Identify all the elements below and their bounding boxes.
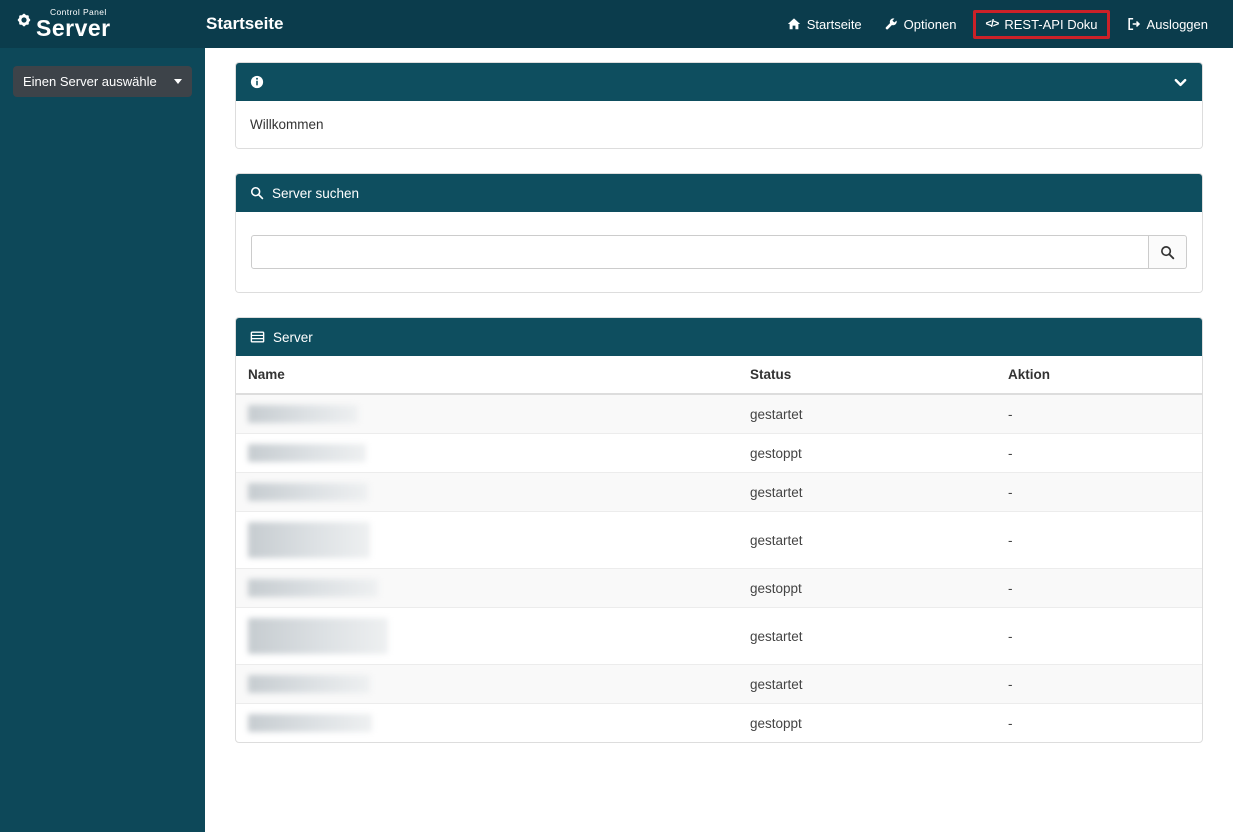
server-status: gestoppt — [738, 434, 996, 473]
server-status: gestartet — [738, 473, 996, 512]
nav-item-label: REST-API Doku — [1004, 18, 1097, 31]
server-aktion: - — [996, 608, 1202, 665]
nav-item-label: Optionen — [904, 18, 957, 31]
top-navbar: Control Panel Server Startseite Startsei… — [0, 0, 1233, 48]
search-input[interactable] — [251, 235, 1149, 269]
table-row: gestartet- — [236, 473, 1202, 512]
column-header-aktion: Aktion — [996, 356, 1202, 394]
logout-icon — [1127, 17, 1141, 31]
search-panel-body — [236, 212, 1202, 292]
server-aktion: - — [996, 569, 1202, 608]
server-status: gestoppt — [738, 704, 996, 743]
nav-item-label: Startseite — [807, 18, 862, 31]
search-panel: Server suchen — [235, 173, 1203, 293]
column-header-name: Name — [236, 356, 738, 394]
navbar-links: Startseite Optionen </> REST-API Doku — [776, 10, 1233, 39]
server-name-redacted — [248, 444, 366, 462]
server-panel: Server Name Status Aktion gestartet-gest… — [235, 317, 1203, 743]
app-window: Control Panel Server Startseite Startsei… — [0, 0, 1233, 832]
search-panel-title: Server suchen — [272, 186, 359, 201]
table-header-row: Name Status Aktion — [236, 356, 1202, 394]
chevron-down-icon[interactable] — [1173, 75, 1188, 90]
brand-logo[interactable]: Control Panel Server — [0, 0, 205, 48]
table-row: gestoppt- — [236, 704, 1202, 743]
caret-down-icon — [174, 79, 182, 84]
server-name-redacted — [248, 522, 370, 558]
info-icon — [250, 75, 264, 89]
server-aktion: - — [996, 665, 1202, 704]
main-content: Willkommen Server suchen — [205, 48, 1233, 832]
sidebar: Einen Server auswähle — [0, 48, 205, 832]
server-panel-title: Server — [273, 330, 313, 345]
server-name-redacted — [248, 405, 358, 423]
nav-item-optionen[interactable]: Optionen — [873, 10, 968, 38]
nav-item-label: Ausloggen — [1147, 18, 1208, 31]
info-panel-header — [236, 63, 1202, 101]
home-icon — [787, 17, 801, 31]
server-aktion: - — [996, 473, 1202, 512]
server-status: gestoppt — [738, 569, 996, 608]
search-button[interactable] — [1149, 235, 1187, 269]
server-name-redacted — [248, 618, 388, 654]
server-select-label: Einen Server auswähle — [23, 74, 157, 89]
server-aktion: - — [996, 394, 1202, 434]
server-select-dropdown[interactable]: Einen Server auswähle — [13, 66, 192, 97]
wrench-icon — [884, 17, 898, 31]
server-panel-header: Server — [236, 318, 1202, 356]
server-aktion: - — [996, 704, 1202, 743]
search-icon — [250, 186, 264, 200]
page-title: Startseite — [205, 14, 283, 34]
server-name-redacted — [248, 483, 368, 501]
server-aktion: - — [996, 512, 1202, 569]
table-icon — [250, 330, 265, 344]
info-panel: Willkommen — [235, 62, 1203, 149]
search-panel-header: Server suchen — [236, 174, 1202, 212]
welcome-text: Willkommen — [236, 101, 1202, 148]
table-row: gestartet- — [236, 665, 1202, 704]
server-name-redacted — [248, 714, 372, 732]
column-header-status: Status — [738, 356, 996, 394]
server-status: gestartet — [738, 608, 996, 665]
table-row: gestartet- — [236, 394, 1202, 434]
table-row: gestartet- — [236, 608, 1202, 665]
server-name-redacted — [248, 579, 378, 597]
table-row: gestartet- — [236, 512, 1202, 569]
server-table: Name Status Aktion gestartet-gestoppt-ge… — [236, 356, 1202, 742]
nav-item-startseite[interactable]: Startseite — [776, 10, 873, 38]
server-name-redacted — [248, 675, 370, 693]
server-aktion: - — [996, 434, 1202, 473]
gear-icon — [16, 12, 32, 28]
server-status: gestartet — [738, 512, 996, 569]
server-status: gestartet — [738, 394, 996, 434]
table-row: gestoppt- — [236, 569, 1202, 608]
brand-title: Server — [36, 17, 111, 40]
table-row: gestoppt- — [236, 434, 1202, 473]
nav-item-rest-api-doku[interactable]: </> REST-API Doku — [973, 10, 1109, 39]
server-table-body: gestartet-gestoppt-gestartet-gestartet-g… — [236, 394, 1202, 742]
nav-item-ausloggen[interactable]: Ausloggen — [1116, 10, 1219, 38]
code-icon: </> — [985, 18, 998, 30]
search-input-group — [251, 235, 1187, 269]
server-status: gestartet — [738, 665, 996, 704]
brand-text: Control Panel Server — [36, 8, 111, 40]
